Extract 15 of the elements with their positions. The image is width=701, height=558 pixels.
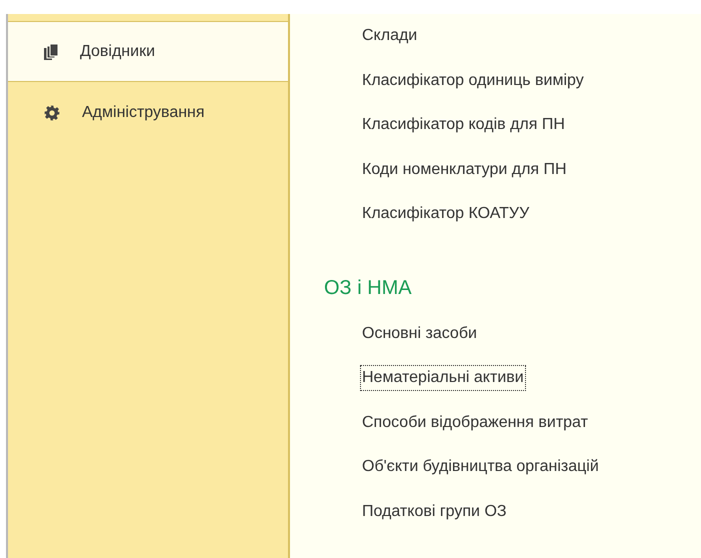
link[interactable]: Способи відображення витрат xyxy=(360,410,590,436)
sidebar-item[interactable]: Довідники xyxy=(8,21,288,82)
link[interactable]: Класифікатор одиниць виміру xyxy=(360,68,586,94)
sidebar-item[interactable]: Адміністрування xyxy=(8,82,288,143)
settings-icon xyxy=(44,104,60,120)
link[interactable]: Податкові групи ОЗ xyxy=(360,498,509,525)
section-heading: ОЗ і НМА xyxy=(324,276,413,300)
books-icon xyxy=(44,44,58,60)
link[interactable]: Нематеріальні активи xyxy=(360,365,526,392)
link[interactable]: Класифікатор КОАТУУ xyxy=(360,201,532,228)
link[interactable]: Об'єкти будівництва організацій xyxy=(360,454,601,480)
link[interactable]: Склади xyxy=(360,23,420,50)
link[interactable]: Коди номенклатури для ПН xyxy=(360,156,569,183)
link[interactable]: Основні засоби xyxy=(360,320,479,347)
link[interactable]: Класифікатор кодів для ПН xyxy=(360,112,567,138)
